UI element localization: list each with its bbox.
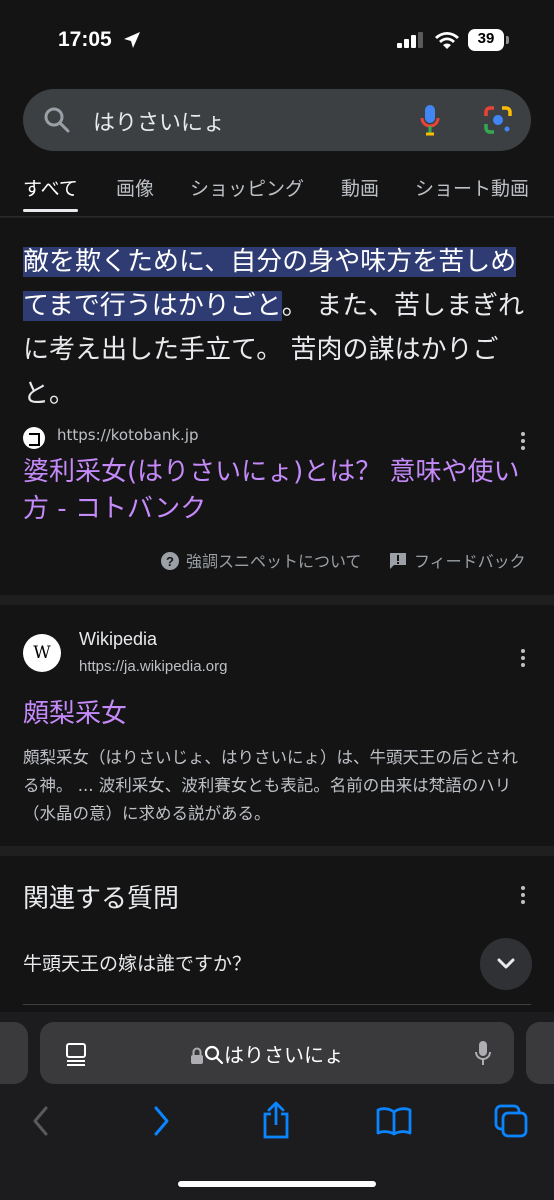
home-indicator <box>178 1181 376 1187</box>
feedback-icon <box>390 553 406 569</box>
wikipedia-result-card: W Wikipedia https://ja.wikipedia.org 頗梨采… <box>0 605 554 846</box>
address-text-wrap[interactable]: はりさいにょ <box>190 1039 344 1068</box>
page-menu-icon[interactable] <box>64 1042 88 1066</box>
status-time: 17:05 <box>58 28 112 51</box>
snippet-text: 敵を欺くために、自分の身や味方を苦しめてまで行うはかりごと。 また、苦しまぎれに… <box>23 240 533 416</box>
more-options-icon[interactable] <box>520 432 526 452</box>
wiki-url[interactable]: https://ja.wikipedia.org <box>79 658 227 675</box>
bookmarks-icon[interactable] <box>376 1106 412 1136</box>
tab-videos[interactable]: 動画 <box>341 174 379 201</box>
source-url[interactable]: https://kotobank.jp <box>57 426 199 444</box>
wifi-icon <box>435 32 459 49</box>
wikipedia-logo: W <box>23 634 61 672</box>
tab-shopping[interactable]: ショッピング <box>190 174 304 201</box>
address-text: はりさいにょ <box>224 1043 344 1067</box>
svg-text:?: ? <box>166 554 174 569</box>
help-icon: ? <box>161 552 179 570</box>
previous-tab-preview[interactable] <box>0 1022 28 1084</box>
wiki-description: 頗梨采女（はりさいじょ、はりさいにょ）は、牛頭天王の后とされる神。 ... 波利… <box>23 748 518 823</box>
forward-arrow-icon[interactable] <box>150 1104 172 1138</box>
battery-level: 39 <box>477 30 495 47</box>
featured-snippet-card: 敵を欺くために、自分の身や味方を苦しめてまで行うはかりごと。 また、苦しまぎれに… <box>0 218 554 595</box>
voice-search-icon[interactable] <box>474 1040 492 1068</box>
related-questions-title: 関連する質問 <box>23 884 180 914</box>
feedback-label: フィードバック <box>414 552 526 571</box>
location-icon <box>124 32 140 48</box>
related-question-item[interactable]: 牛頭天王の嫁は誰ですか？ <box>23 949 251 976</box>
battery-icon: 39 <box>468 29 509 51</box>
search-icon <box>204 1045 224 1065</box>
lock-icon <box>191 1047 203 1064</box>
signal-icon <box>397 32 423 48</box>
kotobank-favicon <box>23 427 45 449</box>
tab-short-videos[interactable]: ショート動画 <box>415 174 529 201</box>
more-options-icon[interactable] <box>520 886 526 906</box>
snippet-result-title[interactable]: 婆利采女(はりさいにょ)とは？ 意味や使い方 - コトバンク <box>23 454 533 528</box>
share-icon[interactable] <box>260 1100 292 1140</box>
wiki-site-name[interactable]: Wikipedia <box>79 629 157 650</box>
chevron-down-icon <box>497 958 515 969</box>
expand-question-button[interactable] <box>480 938 532 990</box>
tabs-icon[interactable] <box>494 1104 528 1138</box>
feedback-link[interactable]: フィードバック <box>388 548 526 572</box>
more-options-icon[interactable] <box>520 649 526 669</box>
search-tabs: すべて 画像 ショッピング 動画 ショート動画 <box>0 174 554 217</box>
divider <box>23 1004 531 1005</box>
mic-icon[interactable] <box>419 103 441 137</box>
tab-all[interactable]: すべて <box>23 174 78 212</box>
wiki-result-title[interactable]: 頗梨采女 <box>23 696 127 733</box>
related-questions-card: 関連する質問 牛頭天王の嫁は誰ですか？ <box>0 856 554 1016</box>
search-icon[interactable] <box>43 106 71 134</box>
address-bar[interactable]: はりさいにょ <box>40 1022 514 1084</box>
google-lens-icon[interactable] <box>483 105 513 135</box>
about-snippets-label: 強調スニペットについて <box>186 552 362 571</box>
search-header: はりさいにょ すべて 画像 ショッピング 動画 ショート動画 <box>0 80 554 217</box>
status-bar: 17:05 39 <box>0 0 554 80</box>
search-box[interactable]: はりさいにょ <box>23 89 531 151</box>
back-arrow-icon[interactable] <box>30 1104 52 1138</box>
tab-images[interactable]: 画像 <box>116 174 154 201</box>
search-input[interactable]: はりさいにょ <box>93 105 225 137</box>
next-tab-preview[interactable] <box>526 1022 554 1084</box>
safari-toolbar: はりさいにょ <box>0 1012 554 1200</box>
about-snippets-link[interactable]: ? 強調スニペットについて <box>160 548 362 572</box>
